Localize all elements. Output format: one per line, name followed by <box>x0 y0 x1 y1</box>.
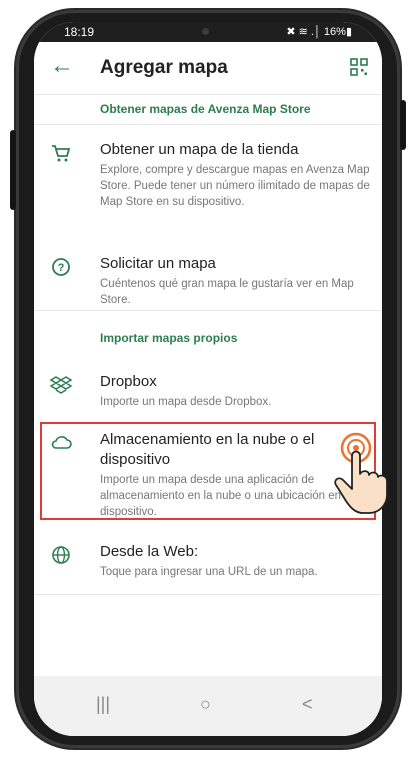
dropbox-icon <box>50 376 72 394</box>
section-header-import: Importar mapas propios <box>100 331 238 345</box>
web-desc: Toque para ingresar una URL de un mapa. <box>100 566 318 578</box>
dropbox-title: Dropbox <box>100 373 157 390</box>
volume-button <box>10 130 16 210</box>
power-button <box>400 100 406 150</box>
divider <box>34 124 382 125</box>
home-button[interactable]: ○ <box>200 694 211 715</box>
dropbox-item[interactable]: Dropbox Importe un mapa desde Dropbox. <box>34 372 382 412</box>
tap-gesture-icon <box>334 432 388 514</box>
status-bar: 18:19 ✖ ≋ .│ 16%▮ <box>34 22 382 42</box>
dropbox-desc: Importe un mapa desde Dropbox. <box>100 396 272 408</box>
store-map-title: Obtener un mapa de la tienda <box>100 141 299 158</box>
app-bar: ← Agregar mapa <box>34 42 382 95</box>
web-title: Desde la Web: <box>100 543 199 560</box>
question-icon: ? <box>52 258 70 276</box>
web-item[interactable]: Desde la Web: Toque para ingresar una UR… <box>34 542 382 582</box>
recent-apps-button[interactable]: ||| <box>96 694 110 715</box>
store-map-desc: Explore, compre y descargue mapas en Ave… <box>100 164 370 208</box>
cloud-storage-title: Almacenamiento en la nube o el dispositi… <box>100 431 315 468</box>
qr-code-icon[interactable] <box>350 58 368 76</box>
request-map-title: Solicitar un mapa <box>100 255 216 272</box>
status-icons: ✖ ≋ .│ 16%▮ <box>286 26 352 38</box>
divider <box>34 310 382 311</box>
camera-dot <box>202 28 209 35</box>
store-map-item[interactable]: Obtener un mapa de la tienda Explore, co… <box>34 140 382 240</box>
android-nav-bar: ||| ○ < <box>34 676 382 736</box>
status-time: 18:19 <box>64 25 95 39</box>
cart-icon <box>52 145 71 162</box>
nav-back-button[interactable]: < <box>302 694 313 715</box>
globe-icon <box>52 546 70 564</box>
svg-text:?: ? <box>58 262 65 274</box>
request-map-item[interactable]: ? Solicitar un mapa Cuéntenos qué gran m… <box>34 254 382 318</box>
page-title: Agregar mapa <box>100 57 228 78</box>
cloud-icon <box>51 436 72 449</box>
request-map-desc: Cuéntenos qué gran mapa le gustaría ver … <box>100 278 354 306</box>
back-arrow-icon[interactable]: ← <box>50 54 74 78</box>
section-header-store: Obtener mapas de Avenza Map Store <box>100 102 311 116</box>
divider <box>34 594 382 595</box>
screen: 18:19 ✖ ≋ .│ 16%▮ ← Agregar mapa Obtener… <box>34 22 382 736</box>
